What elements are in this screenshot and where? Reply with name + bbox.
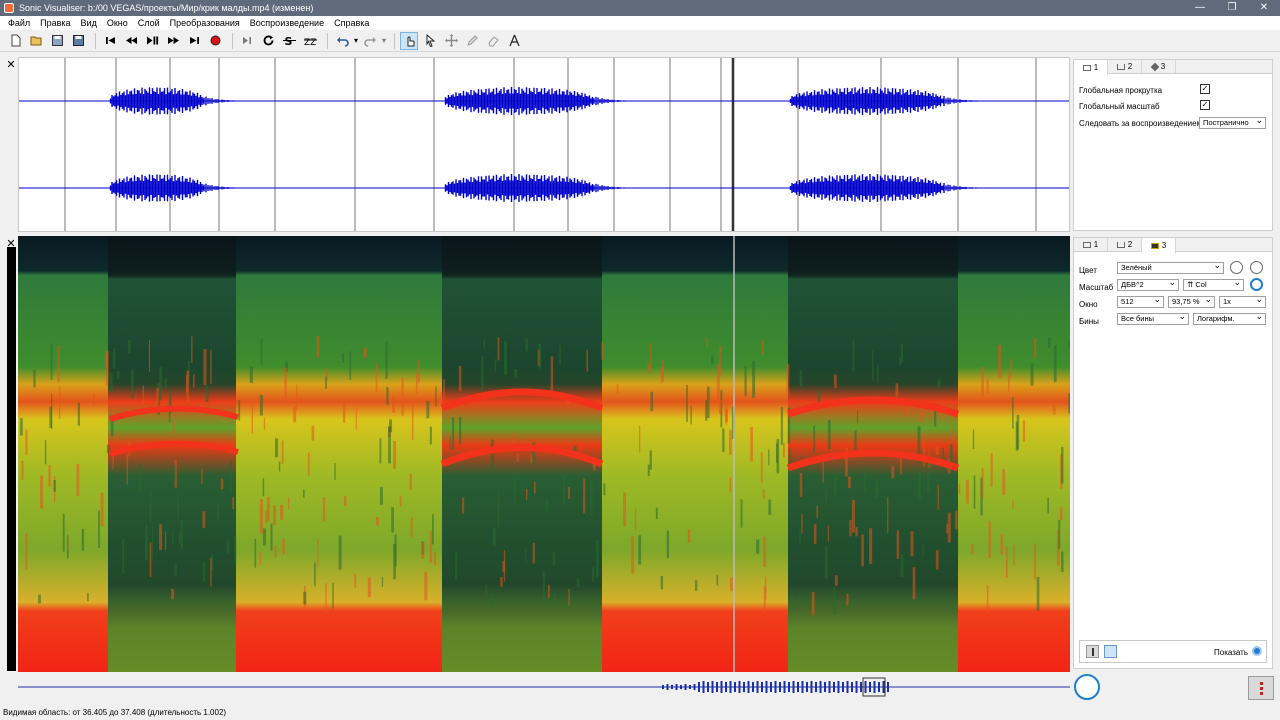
- menu-edit[interactable]: Правка: [35, 18, 75, 28]
- menu-window[interactable]: Окно: [102, 18, 133, 28]
- menu-help[interactable]: Справка: [329, 18, 374, 28]
- redo-icon[interactable]: [361, 32, 379, 50]
- tab-3[interactable]: 3: [1142, 238, 1176, 253]
- close-button[interactable]: ✕: [1248, 0, 1280, 16]
- close-pane-waveform-icon[interactable]: ✕: [5, 58, 17, 71]
- tab-2[interactable]: 2: [1108, 60, 1142, 73]
- follow-playback-label: Следовать за воспроизведением: [1079, 119, 1203, 128]
- bin-scale-select[interactable]: Логарифм.: [1193, 313, 1266, 325]
- tab-2[interactable]: 2: [1108, 238, 1142, 251]
- scale-select[interactable]: ДБВ^2: [1117, 279, 1179, 291]
- toolbar-separator: [232, 32, 233, 49]
- toolbar: S ZZ ▾ ▾: [0, 30, 1280, 52]
- menu-transforms[interactable]: Преобразования: [165, 18, 245, 28]
- fast-forward-icon[interactable]: [164, 32, 182, 50]
- menu-view[interactable]: Вид: [76, 18, 102, 28]
- svg-text:ZZ: ZZ: [304, 38, 316, 47]
- menu-playback[interactable]: Воспроизведение: [245, 18, 329, 28]
- select-tool-icon[interactable]: [421, 32, 439, 50]
- overview-zoom-dial-icon[interactable]: [1074, 674, 1100, 700]
- tab-bar: 1 2 3: [1074, 238, 1272, 253]
- forward-end-icon[interactable]: [185, 32, 203, 50]
- spectrogram-pane[interactable]: [18, 236, 1071, 672]
- save-as-icon[interactable]: [69, 32, 87, 50]
- gain-dial-icon[interactable]: [1250, 278, 1263, 291]
- global-scroll-label: Глобальная прокрутка: [1079, 86, 1163, 95]
- playback-speed-meter-icon[interactable]: [1248, 676, 1274, 700]
- show-label: Показать: [1214, 648, 1249, 657]
- follow-playback-select[interactable]: Постранично: [1199, 117, 1266, 129]
- new-file-icon[interactable]: [6, 32, 24, 50]
- normalize-select[interactable]: ⇈ Col: [1183, 279, 1244, 291]
- measure-tool-icon[interactable]: [505, 32, 523, 50]
- redo-dropdown-icon[interactable]: ▾: [382, 36, 386, 45]
- solo-icon[interactable]: S: [280, 32, 298, 50]
- draw-tool-icon[interactable]: [463, 32, 481, 50]
- window-title: Sonic Visualiser: b:/00 VEGAS/проекты/Ми…: [19, 3, 314, 13]
- speed-icon[interactable]: ZZ: [301, 32, 319, 50]
- color-select[interactable]: Зелёный: [1117, 262, 1224, 274]
- color-label: Цвет: [1079, 266, 1097, 275]
- oversampling-select[interactable]: 1x: [1219, 296, 1266, 308]
- show-toggle-icon[interactable]: [1252, 646, 1262, 656]
- title-bar: Sonic Visualiser: b:/00 VEGAS/проекты/Ми…: [0, 0, 1280, 16]
- erase-tool-icon[interactable]: [484, 32, 502, 50]
- overview-strip[interactable]: [18, 676, 1070, 698]
- spectrogram-graph: [18, 236, 1071, 672]
- rewind-start-icon[interactable]: [101, 32, 119, 50]
- tab-3[interactable]: 3: [1142, 60, 1176, 73]
- global-zoom-checkbox[interactable]: ✓: [1200, 100, 1210, 110]
- window-label: Окно: [1079, 300, 1098, 309]
- status-text: Видимая область: от 36.405 до 37.408 (дл…: [3, 708, 227, 717]
- waveform-pane[interactable]: [18, 57, 1070, 232]
- window-size-select[interactable]: 512: [1117, 296, 1164, 308]
- pane-scale-strip: [7, 247, 16, 671]
- move-tool-icon[interactable]: [442, 32, 460, 50]
- window-overlap-select[interactable]: 93,75 %: [1168, 296, 1215, 308]
- global-scroll-checkbox[interactable]: ✓: [1200, 84, 1210, 94]
- play-selection-icon[interactable]: [238, 32, 256, 50]
- record-icon[interactable]: [206, 32, 224, 50]
- undo-dropdown-icon[interactable]: ▾: [354, 36, 358, 45]
- minimize-button[interactable]: —: [1184, 0, 1216, 16]
- app-icon: [4, 3, 14, 13]
- menu-bar: Файл Правка Вид Окно Слой Преобразования…: [0, 16, 1280, 30]
- maximize-button[interactable]: ❐: [1216, 0, 1248, 16]
- toolbar-separator: [394, 32, 396, 49]
- status-bar: Видимая область: от 36.405 до 37.408 (дл…: [0, 706, 1280, 720]
- loop-icon[interactable]: [259, 32, 277, 50]
- navigate-tool-icon[interactable]: [400, 31, 419, 50]
- waveform-graph: [19, 58, 1069, 231]
- scale-label: Масштаб: [1079, 283, 1114, 292]
- layer-visibility-icon[interactable]: [1104, 645, 1117, 658]
- rewind-icon[interactable]: [122, 32, 140, 50]
- layer-controls-box: Показать: [1079, 640, 1267, 663]
- menu-layer[interactable]: Слой: [133, 18, 165, 28]
- save-icon[interactable]: [48, 32, 66, 50]
- toolbar-separator: [327, 32, 328, 49]
- menu-file[interactable]: Файл: [3, 18, 35, 28]
- tab-1[interactable]: 1: [1074, 238, 1108, 251]
- tab-bar: 1 2 3: [1074, 60, 1272, 75]
- bins-select[interactable]: Все бины: [1117, 313, 1189, 325]
- undo-icon[interactable]: [333, 32, 351, 50]
- global-zoom-label: Глобальный масштаб: [1079, 102, 1160, 111]
- color-dial-icon[interactable]: [1230, 261, 1243, 274]
- bins-label: Бины: [1079, 317, 1099, 326]
- overview-waveform: [18, 677, 1070, 697]
- layer-color-swatch[interactable]: [1086, 645, 1099, 658]
- play-pause-icon[interactable]: [143, 32, 161, 50]
- open-file-icon[interactable]: [27, 32, 45, 50]
- toolbar-separator: [95, 32, 96, 49]
- properties-panel-layer: 1 2 3 Цвет Зелёный Масштаб ДБВ^2 ⇈ Col О…: [1073, 237, 1273, 669]
- contrast-dial-icon[interactable]: [1250, 261, 1263, 274]
- properties-panel-view: 1 2 3 Глобальная прокрутка ✓ Глобальный …: [1073, 59, 1273, 231]
- tab-1[interactable]: 1: [1074, 60, 1108, 75]
